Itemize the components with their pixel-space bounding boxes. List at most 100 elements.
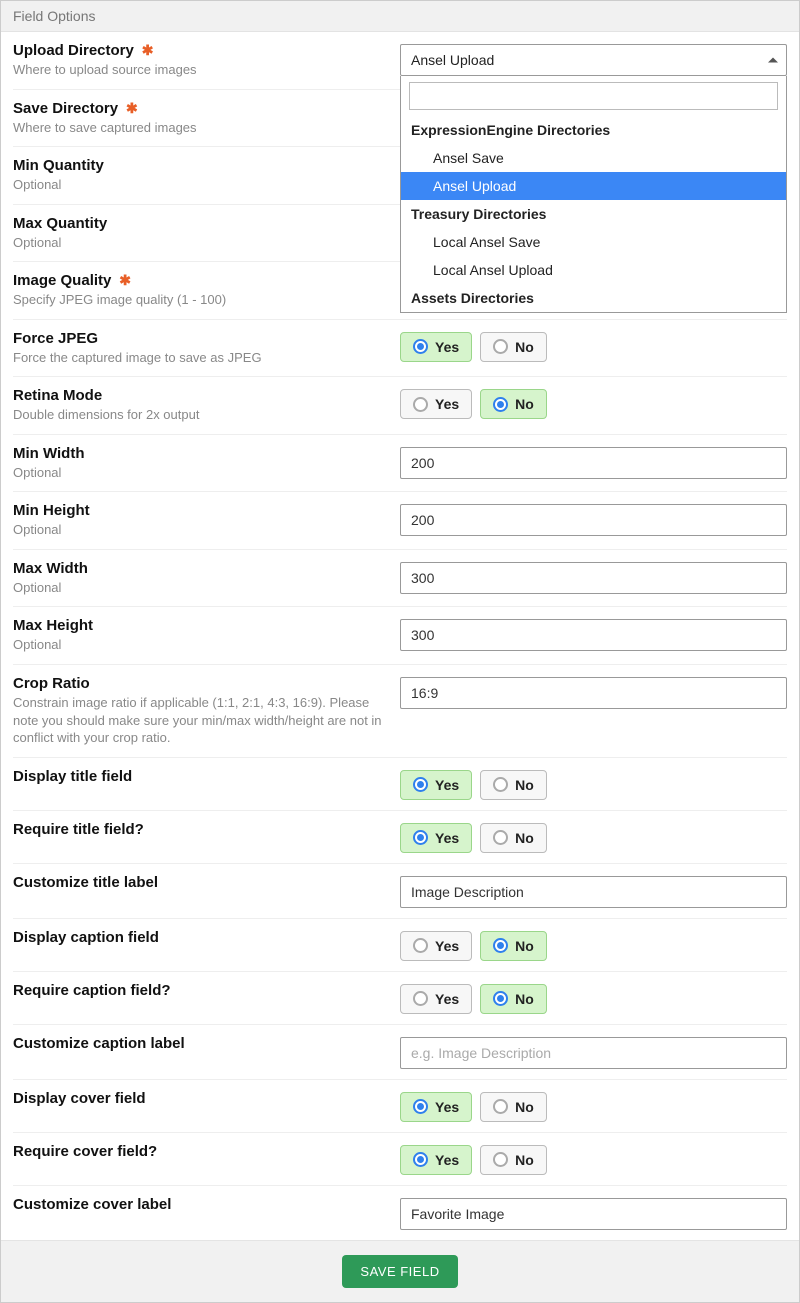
radio-dot-icon bbox=[413, 938, 428, 953]
choice-label: No bbox=[515, 777, 534, 793]
display-title-no-option[interactable]: No bbox=[480, 770, 547, 800]
choice-label: No bbox=[515, 830, 534, 846]
required-asterisk-icon: ✱ bbox=[142, 42, 154, 58]
require-cover-no-option[interactable]: No bbox=[480, 1145, 547, 1175]
row-customize-title: Customize title label bbox=[13, 864, 787, 919]
min-width-input[interactable] bbox=[400, 447, 787, 479]
require-caption-choice-group: Yes No bbox=[400, 984, 787, 1014]
display-cover-no-option[interactable]: No bbox=[480, 1092, 547, 1122]
display-title-yes-option[interactable]: Yes bbox=[400, 770, 472, 800]
row-require-title: Require title field? YesNo bbox=[13, 811, 787, 864]
min-height-help: Optional bbox=[13, 521, 388, 539]
radio-dot-icon bbox=[413, 991, 428, 1006]
min-height-label: Min Height bbox=[13, 502, 90, 519]
choice-label: Yes bbox=[435, 938, 459, 954]
row-max-width: Max Width Optional bbox=[13, 550, 787, 608]
crop-ratio-help: Constrain image ratio if applicable (1:1… bbox=[13, 694, 388, 747]
radio-dot-icon bbox=[413, 777, 428, 792]
force-jpeg-yes-option[interactable]: Yes bbox=[400, 332, 472, 362]
customize-cover-input[interactable] bbox=[400, 1198, 787, 1230]
row-force-jpeg: Force JPEG Force the captured image to s… bbox=[13, 320, 787, 378]
max-width-help: Optional bbox=[13, 579, 388, 597]
upload-directory-select[interactable]: Ansel Upload bbox=[400, 44, 787, 76]
crop-ratio-label: Crop Ratio bbox=[13, 675, 90, 692]
display-cover-yes-option[interactable]: Yes bbox=[400, 1092, 472, 1122]
image-quality-help: Specify JPEG image quality (1 - 100) bbox=[13, 291, 388, 309]
radio-dot-icon bbox=[413, 397, 428, 412]
min-width-help: Optional bbox=[13, 464, 388, 482]
choice-label: Yes bbox=[435, 991, 459, 1007]
customize-title-input[interactable] bbox=[400, 876, 787, 908]
dd-group-assets: Assets Directories bbox=[401, 284, 786, 312]
max-quantity-label: Max Quantity bbox=[13, 215, 107, 232]
caret-up-icon bbox=[768, 58, 778, 63]
radio-dot-icon bbox=[493, 1152, 508, 1167]
dd-item-local-ansel-upload[interactable]: Local Ansel Upload bbox=[401, 256, 786, 284]
retina-mode-no-option[interactable]: No bbox=[480, 389, 547, 419]
retina-mode-yes-option[interactable]: Yes bbox=[400, 389, 472, 419]
customize-title-label: Customize title label bbox=[13, 874, 158, 891]
require-cover-yes-option[interactable]: Yes bbox=[400, 1145, 472, 1175]
display-caption-no-option[interactable]: No bbox=[480, 931, 547, 961]
retina-mode-label: Retina Mode bbox=[13, 387, 102, 404]
save-field-button[interactable]: SAVE FIELD bbox=[342, 1255, 457, 1288]
upload-directory-dropdown: ExpressionEngine Directories Ansel Save … bbox=[400, 76, 787, 313]
display-title-label: Display title field bbox=[13, 768, 132, 785]
retina-mode-help: Double dimensions for 2x output bbox=[13, 406, 388, 424]
choice-label: Yes bbox=[435, 1152, 459, 1168]
customize-cover-label: Customize cover label bbox=[13, 1196, 171, 1213]
display-cover-choice-group: Yes No bbox=[400, 1092, 787, 1122]
max-height-input[interactable] bbox=[400, 619, 787, 651]
radio-dot-icon bbox=[413, 339, 428, 354]
force-jpeg-label: Force JPEG bbox=[13, 330, 98, 347]
field-options-panel: Field Options Upload Directory ✱ Where t… bbox=[0, 0, 800, 1303]
row-customize-cover: Customize cover label bbox=[13, 1186, 787, 1240]
row-max-height: Max Height Optional bbox=[13, 607, 787, 665]
row-display-title: Display title field Yes No bbox=[13, 758, 787, 811]
require-cover-label: Require cover field? bbox=[13, 1143, 157, 1160]
upload-directory-help: Where to upload source images bbox=[13, 61, 388, 79]
require-title-no-option[interactable]: No bbox=[480, 823, 547, 853]
choice-label: Yes bbox=[435, 1099, 459, 1115]
dropdown-search-input[interactable] bbox=[409, 82, 778, 110]
max-width-label: Max Width bbox=[13, 560, 88, 577]
choice-label: Yes bbox=[435, 396, 459, 412]
panel-footer: SAVE FIELD bbox=[1, 1240, 799, 1302]
row-min-width: Min Width Optional bbox=[13, 435, 787, 493]
display-caption-yes-option[interactable]: Yes bbox=[400, 931, 472, 961]
max-quantity-help: Optional bbox=[13, 234, 388, 252]
upload-directory-label: Upload Directory bbox=[13, 42, 134, 59]
panel-body: Upload Directory ✱ Where to upload sourc… bbox=[1, 32, 799, 1240]
display-title-choice-group: Yes No bbox=[400, 770, 787, 800]
dd-item-ansel-upload[interactable]: Ansel Upload bbox=[401, 172, 786, 200]
row-require-cover: Require cover field? Yes No bbox=[13, 1133, 787, 1186]
require-title-yes-option[interactable]: Yes bbox=[400, 823, 472, 853]
dd-group-ee: ExpressionEngine Directories bbox=[401, 116, 786, 144]
required-asterisk-icon: ✱ bbox=[119, 272, 131, 288]
dd-group-treasury: Treasury Directories bbox=[401, 200, 786, 228]
dd-item-ansel-save[interactable]: Ansel Save bbox=[401, 144, 786, 172]
max-width-input[interactable] bbox=[400, 562, 787, 594]
choice-label: No bbox=[515, 1152, 534, 1168]
radio-dot-icon bbox=[493, 397, 508, 412]
customize-caption-input[interactable] bbox=[400, 1037, 787, 1069]
required-asterisk-icon: ✱ bbox=[126, 100, 138, 116]
choice-label: No bbox=[515, 339, 534, 355]
radio-dot-icon bbox=[413, 1152, 428, 1167]
radio-dot-icon bbox=[493, 938, 508, 953]
min-width-label: Min Width bbox=[13, 445, 85, 462]
require-caption-no-option[interactable]: No bbox=[480, 984, 547, 1014]
retina-mode-choice-group: Yes No bbox=[400, 389, 787, 419]
radio-dot-icon bbox=[493, 991, 508, 1006]
panel-title: Field Options bbox=[13, 8, 95, 24]
require-caption-label: Require caption field? bbox=[13, 982, 171, 999]
force-jpeg-no-option[interactable]: No bbox=[480, 332, 547, 362]
require-caption-yes-option[interactable]: Yes bbox=[400, 984, 472, 1014]
radio-dot-icon bbox=[493, 777, 508, 792]
min-height-input[interactable] bbox=[400, 504, 787, 536]
dd-item-local-ansel-save[interactable]: Local Ansel Save bbox=[401, 228, 786, 256]
choice-label: Yes bbox=[435, 830, 459, 846]
display-caption-label: Display caption field bbox=[13, 929, 159, 946]
min-quantity-label: Min Quantity bbox=[13, 157, 104, 174]
crop-ratio-input[interactable] bbox=[400, 677, 787, 709]
